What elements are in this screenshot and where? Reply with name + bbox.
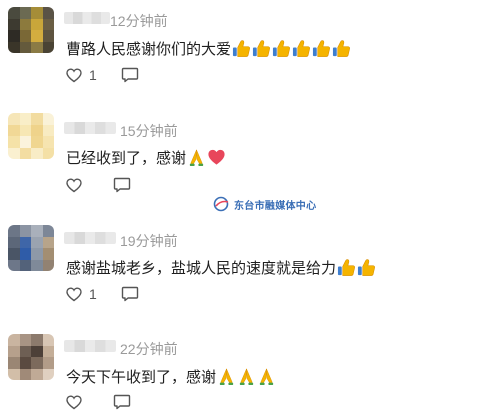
reply-button[interactable] [113,177,131,193]
comment-actions [66,177,131,193]
heart-outline-icon [66,177,82,192]
username-blurred[interactable] [64,232,116,244]
folded-hands-icon [217,367,236,386]
username-blurred[interactable] [64,122,116,134]
reply-button[interactable] [113,394,131,410]
heart-outline-icon [66,67,82,82]
comment-bubble-icon [113,177,131,193]
emoji-row [232,39,352,58]
comment-actions: 1 [66,286,139,302]
comment-text: 感谢盐城老乡，盐城人民的速度就是给力 [66,257,377,278]
like-button[interactable] [66,177,89,193]
like-button[interactable]: 1 [66,67,97,83]
comment-text-body: 已经收到了，感谢 [66,150,187,167]
thumbs-up-icon [337,258,356,277]
thumbs-up-icon [232,39,251,58]
watermark-text: 东台市融媒体中心 [234,200,317,212]
comment-text: 已经收到了，感谢 [66,147,227,168]
heart-outline-icon [66,394,82,409]
emoji-row [217,367,277,386]
comment-bubble-icon [121,67,138,83]
thumbs-up-icon [312,39,331,58]
reply-button[interactable] [121,286,139,302]
like-count: 1 [89,67,97,83]
comment-bubble-icon [121,286,138,302]
comment-time: 12分钟前 [110,13,168,29]
comment-bubble-icon [113,394,131,410]
like-button[interactable] [66,394,89,410]
thumbs-up-icon [252,39,271,58]
like-button[interactable]: 1 [66,286,97,302]
watermark: 东台市融媒体中心 [213,196,316,212]
username-blurred[interactable] [64,340,116,352]
folded-hands-icon [237,367,256,386]
folded-hands-icon [257,367,276,386]
reply-button[interactable] [121,67,139,83]
comment-text: 曹路人民感谢你们的大爱 [66,38,352,59]
comment-text-body: 感谢盐城老乡，盐城人民的速度就是给力 [66,260,337,277]
avatar[interactable] [8,7,54,53]
media-center-logo-icon [213,196,229,212]
comment-text-body: 今天下午收到了，感谢 [66,369,217,386]
avatar[interactable] [8,113,54,159]
emoji-row [187,148,227,167]
red-heart-icon [207,148,226,167]
like-count: 1 [89,286,97,302]
thumbs-up-icon [332,39,351,58]
heart-outline-icon [66,286,82,301]
comment-actions [66,394,131,410]
comment-time: 15分钟前 [120,123,178,139]
thumbs-up-icon [272,39,291,58]
comment-time: 19分钟前 [120,233,178,249]
avatar[interactable] [8,334,54,380]
comment-actions: 1 [66,67,139,83]
comment-text-body: 曹路人民感谢你们的大爱 [66,41,232,58]
username-blurred[interactable] [64,12,110,24]
comment-text: 今天下午收到了，感谢 [66,366,277,387]
thumbs-up-icon [292,39,311,58]
comment-time: 22分钟前 [120,341,178,357]
avatar[interactable] [8,225,54,271]
folded-hands-icon [187,148,206,167]
emoji-row [337,258,377,277]
thumbs-up-icon [357,258,376,277]
